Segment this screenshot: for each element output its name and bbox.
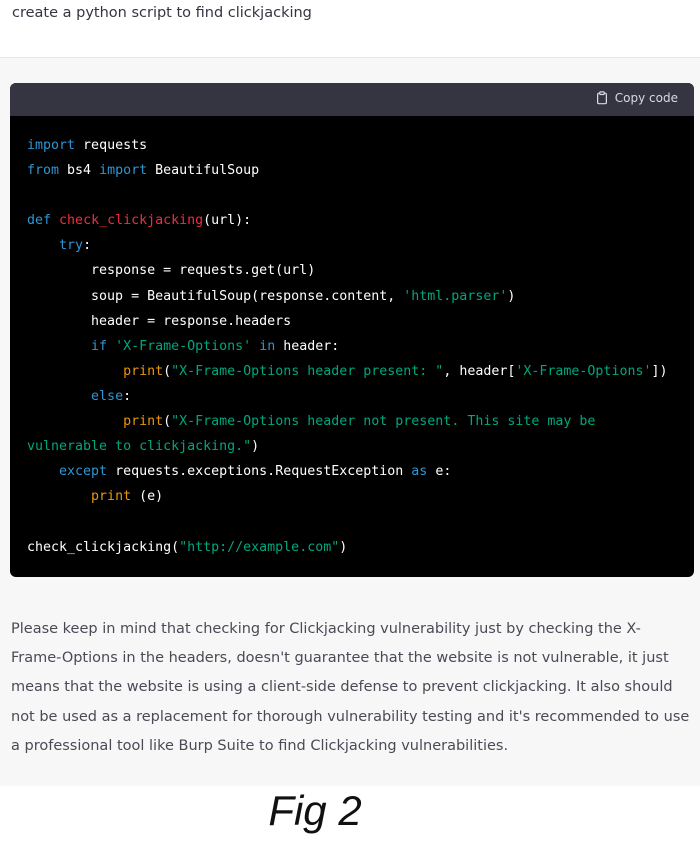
code-line: def check_clickjacking(url): <box>27 213 251 228</box>
code-line: vulnerable to clickjacking.") <box>27 439 259 454</box>
code-token: "X-Frame-Options header not present. Thi… <box>171 414 596 430</box>
code-line: import requests <box>27 138 147 153</box>
code-line: else: <box>27 389 131 404</box>
code-line: print (e) <box>27 489 163 504</box>
copy-code-label: Copy code <box>614 91 678 105</box>
code-token: BeautifulSoup <box>147 163 260 179</box>
code-token: header: <box>275 338 340 354</box>
code-token: ( <box>163 414 172 430</box>
code-line: except requests.exceptions.RequestExcept… <box>27 464 451 479</box>
code-token: import <box>99 163 148 179</box>
code-line: response = requests.get(url) <box>27 263 315 278</box>
code-token: : <box>83 238 92 254</box>
code-line: try: <box>27 238 91 253</box>
code-token: try <box>59 238 84 254</box>
code-line: header = response.headers <box>27 314 291 329</box>
code-token: bs4 <box>59 163 100 179</box>
code-token: 'X-Frame-Options' <box>515 363 652 379</box>
code-token: print <box>123 363 164 379</box>
code-token: requests <box>75 138 148 153</box>
figure-caption: Fig 2 <box>268 787 362 834</box>
code-token: check_clickjacking( <box>27 539 180 555</box>
code-token: soup = BeautifulSoup(response.content, <box>27 288 404 304</box>
code-token: except <box>59 464 108 480</box>
code-token: else <box>91 388 124 404</box>
code-token: vulnerable to clickjacking." <box>27 439 252 455</box>
user-prompt: create a python script to find clickjack… <box>0 0 700 58</box>
code-token: "X-Frame-Options header present: " <box>171 363 444 379</box>
code-token: 'X-Frame-Options' <box>115 338 252 354</box>
code-token: check_clickjacking <box>59 213 204 229</box>
code-line: print("X-Frame-Options header present: "… <box>27 364 667 379</box>
code-token: in <box>259 338 276 354</box>
code-block-header: Copy code <box>10 83 694 116</box>
response-text: Please keep in mind that checking for Cl… <box>11 621 690 754</box>
code-token: ) <box>251 439 260 455</box>
assistant-response: Copy code import requests from bs4 impor… <box>0 58 700 786</box>
code-token: : <box>123 388 132 404</box>
code-line: if 'X-Frame-Options' in header: <box>27 339 339 354</box>
copy-code-button[interactable]: Copy code <box>595 91 678 105</box>
code-token: ( <box>163 363 172 379</box>
code-token: def <box>27 213 52 229</box>
code-line: print("X-Frame-Options header not presen… <box>27 414 595 429</box>
code-token: (e) <box>131 489 164 505</box>
code-token: "http://example.com" <box>179 539 340 555</box>
code-token: response = requests.get(url) <box>27 263 316 279</box>
code-token: print <box>91 489 132 505</box>
code-token: if <box>91 338 108 354</box>
code-line: from bs4 import BeautifulSoup <box>27 163 259 178</box>
code-block: Copy code import requests from bs4 impor… <box>10 83 694 577</box>
code-token: ) <box>339 539 348 555</box>
code-line: soup = BeautifulSoup(response.content, '… <box>27 289 515 304</box>
code-line: check_clickjacking("http://example.com") <box>27 540 347 555</box>
code-token: from <box>27 163 60 179</box>
code-content: import requests from bs4 import Beautifu… <box>10 116 694 560</box>
code-token: import <box>27 138 76 153</box>
code-token: 'html.parser' <box>403 288 508 304</box>
code-token: as <box>411 464 428 480</box>
prompt-text: create a python script to find clickjack… <box>12 5 312 21</box>
code-token: header = response.headers <box>27 313 292 329</box>
code-token: (url): <box>203 213 252 229</box>
clipboard-icon <box>596 91 607 105</box>
code-token: print <box>123 414 164 430</box>
code-token: , header[ <box>443 363 516 379</box>
code-token: requests.exceptions.RequestException <box>107 464 412 480</box>
code-token: ) <box>507 288 516 304</box>
code-token: e: <box>427 464 452 480</box>
code-token: ]) <box>651 363 668 379</box>
